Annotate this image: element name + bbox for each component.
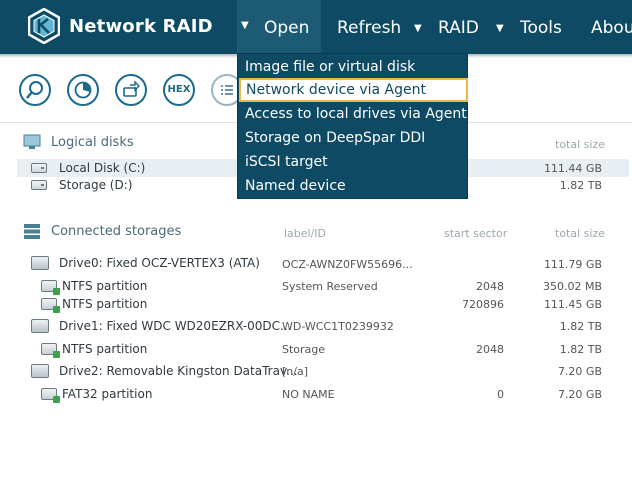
image-button[interactable] [115, 74, 147, 106]
logical-disk-d-size: 1.82 TB [559, 179, 602, 192]
drive0-part1-label: System Reserved [282, 280, 378, 293]
logical-disk-c-size: 111.44 GB [543, 162, 602, 175]
caret-down-icon: ▼ [241, 20, 249, 31]
caret-down-icon[interactable]: ▼ [414, 0, 422, 54]
monitor-icon [23, 134, 41, 149]
top-bar: Network RAID ▼ Open Refresh ▼ RAID ▼ Too… [0, 0, 632, 54]
caret-down-icon[interactable]: ▼ [496, 0, 504, 54]
drive-icon [31, 364, 49, 378]
logical-disks-title: Logical disks [51, 135, 134, 150]
drive1-size: 1.82 TB [559, 320, 602, 333]
drive0-part1-name[interactable]: NTFS partition [62, 279, 147, 293]
hdd-icon [31, 180, 47, 190]
drive0-part1-size: 350.02 MB [542, 280, 602, 293]
menu-refresh[interactable]: Refresh [337, 0, 401, 54]
col-label-id: label/ID [284, 227, 327, 240]
list-icon [221, 85, 233, 95]
col-start-sector: start sector [444, 227, 508, 240]
col-total-size: total size [555, 227, 605, 240]
drive-icon [31, 319, 49, 333]
hex-button[interactable]: HEX [163, 74, 195, 106]
drive0-name[interactable]: Drive0: Fixed OCZ-VERTEX3 (ATA) [59, 256, 260, 270]
drive0-part2-name[interactable]: NTFS partition [62, 297, 147, 311]
drive2-name[interactable]: Drive2: Removable Kingston DataTrav... [59, 364, 298, 378]
hdd-icon [31, 163, 47, 173]
disk-arrows-icon [123, 80, 140, 97]
open-dropdown-menu: Image file or virtual disk Network devic… [237, 53, 468, 199]
menu-item-local-drives-agent[interactable]: Access to local drives via Agent [238, 102, 469, 126]
drive-icon [31, 256, 49, 270]
drive2-label: [n/a] [282, 365, 309, 378]
menu-item-image-file[interactable]: Image file or virtual disk [238, 55, 469, 79]
drive2-size: 7.20 GB [557, 365, 602, 378]
drive0-part2-size: 111.45 GB [543, 298, 602, 311]
menu-item-network-device[interactable]: Network device via Agent [239, 78, 468, 102]
menu-item-named-device[interactable]: Named device [238, 174, 469, 198]
drive1-part1-size: 1.82 TB [559, 343, 602, 356]
menu-open[interactable]: ▼ Open [237, 0, 321, 54]
partition-icon [41, 343, 60, 358]
partition-icon [41, 298, 60, 313]
magnifier-icon [26, 81, 43, 99]
drive1-part1-label: Storage [282, 343, 326, 356]
drive1-label: WD-WCC1T0239932 [282, 320, 394, 333]
drive2-part1-name[interactable]: FAT32 partition [62, 387, 152, 401]
drive0-part2-start: 720896 [462, 298, 504, 311]
drive0-label: OCZ-AWNZ0FW55696... [282, 258, 413, 271]
scan-button[interactable] [19, 74, 51, 106]
drive0-size: 111.79 GB [543, 258, 602, 271]
app-logo-icon [28, 8, 60, 44]
diagnostics-button[interactable] [67, 74, 99, 106]
app-title: Network RAID [69, 16, 213, 37]
storage-stack-icon [24, 224, 40, 239]
col-total-size: total size [555, 138, 605, 151]
menu-item-deepspar-ddi[interactable]: Storage on DeepSpar DDI [238, 126, 469, 150]
drive1-part1-start: 2048 [476, 343, 504, 356]
menu-tools[interactable]: Tools [520, 0, 562, 54]
logical-disk-c[interactable]: Local Disk (C:) [59, 161, 145, 175]
connected-storages-title: Connected storages [51, 224, 182, 239]
pie-gauge-icon [74, 81, 92, 99]
menu-raid[interactable]: RAID [438, 0, 479, 54]
menu-open-label: Open [264, 18, 310, 38]
drive0-part1-start: 2048 [476, 280, 504, 293]
menu-item-iscsi-target[interactable]: iSCSI target [238, 150, 469, 174]
logical-disk-d[interactable]: Storage (D:) [59, 178, 132, 192]
partition-icon [41, 388, 60, 403]
partition-icon [41, 280, 60, 295]
hex-label: HEX [167, 84, 191, 95]
drive2-part1-start: 0 [497, 388, 504, 401]
drive2-part1-label: NO NAME [282, 388, 335, 401]
menu-about[interactable]: About [591, 0, 632, 54]
drive1-part1-name[interactable]: NTFS partition [62, 342, 147, 356]
drive2-part1-size: 7.20 GB [557, 388, 602, 401]
drive1-name[interactable]: Drive1: Fixed WDC WD20EZRX-00DC... [59, 319, 292, 333]
